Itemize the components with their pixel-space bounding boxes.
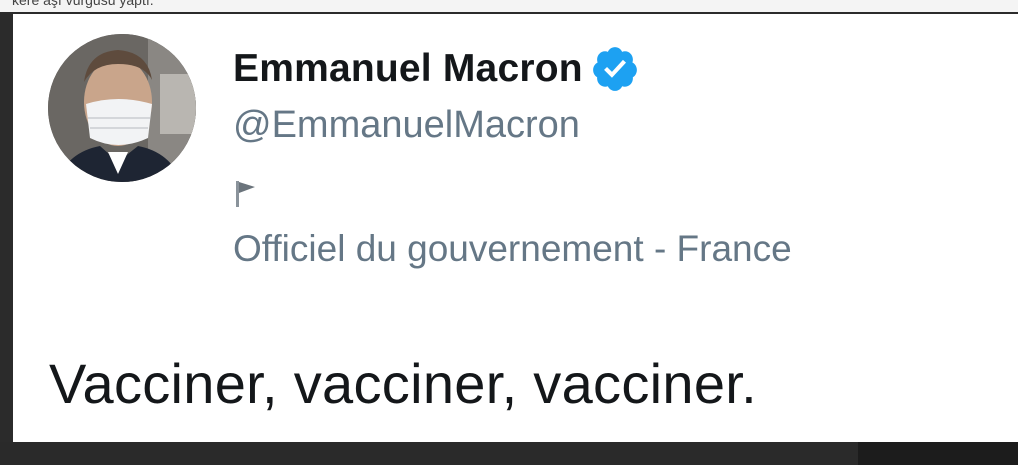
flag-icon <box>233 177 259 209</box>
tweet-text: Vacciner, vacciner, vacciner. <box>49 352 757 415</box>
verified-badge-icon <box>590 44 640 94</box>
government-label: Officiel du gouvernement - France <box>233 228 792 269</box>
article-strip: kere aşı vurgusu yaptı. <box>0 0 1018 12</box>
avatar[interactable] <box>48 34 196 182</box>
tweet-card: Emmanuel Macron @EmmanuelMacron Officiel… <box>13 14 1018 442</box>
bottom-right-frame <box>858 442 1018 465</box>
name-row: Emmanuel Macron <box>233 44 640 94</box>
article-caption: kere aşı vurgusu yaptı. <box>12 0 154 8</box>
avatar-photo <box>48 34 196 182</box>
display-name[interactable]: Emmanuel Macron <box>233 47 583 91</box>
user-handle[interactable]: @EmmanuelMacron <box>233 104 580 147</box>
